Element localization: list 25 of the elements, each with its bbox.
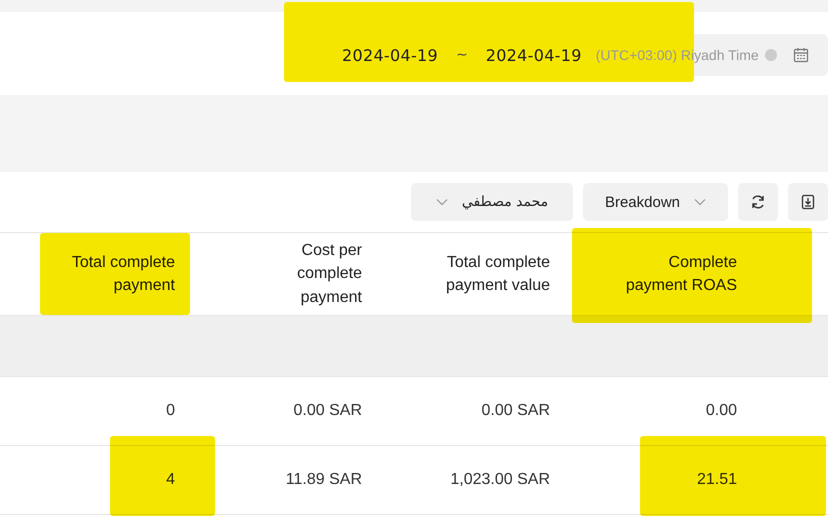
help-icon <box>764 49 777 61</box>
download-icon <box>800 194 816 210</box>
column-header: Total complete payment <box>70 252 176 296</box>
column-header: Cost per complete payment <box>296 241 363 308</box>
end-date: 2024-04-19 <box>486 46 582 64</box>
chevron-down-icon <box>694 198 706 206</box>
table-cell-text: 11.89 SAR <box>284 470 363 490</box>
table-cell-text: 0 <box>165 401 176 421</box>
table-cell-text: 0.00 SAR <box>480 401 551 421</box>
refresh-button[interactable] <box>738 183 778 221</box>
calendar-icon <box>792 47 809 63</box>
column-header: Total complete payment value <box>444 252 551 296</box>
chevron-down-icon <box>436 198 448 206</box>
account-dropdown[interactable]: محمد مصطفي <box>411 183 573 221</box>
table-cell-text: 4 <box>165 470 176 490</box>
table-cell-text: 1,023.00 SAR <box>449 470 551 490</box>
refresh-icon <box>750 194 766 210</box>
download-button[interactable] <box>788 183 828 221</box>
range-separator: ~ <box>456 47 468 63</box>
table-cell-text: 0.00 <box>704 401 738 421</box>
start-date: 2024-04-19 <box>342 46 438 64</box>
table-cell-text: 21.51 <box>696 470 738 490</box>
table-cell-text: 0.00 SAR <box>292 401 363 421</box>
column-header: Complete payment ROAS <box>624 252 738 296</box>
breakdown-dropdown[interactable]: Breakdown <box>583 183 728 221</box>
